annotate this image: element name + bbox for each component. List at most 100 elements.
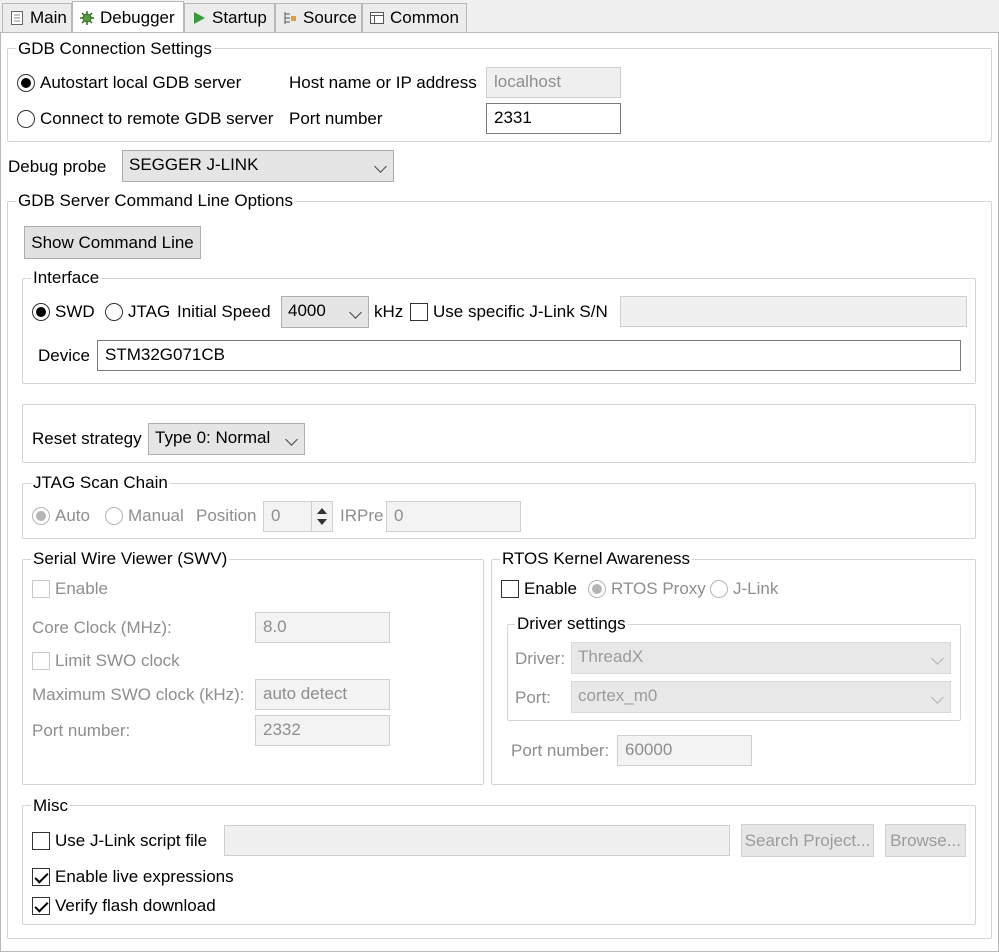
tab-debugger-label: Debugger — [100, 7, 175, 27]
scan-manual-label: Manual — [128, 506, 184, 525]
reset-strategy-label: Reset strategy — [32, 429, 142, 448]
irpre-field[interactable]: 0 — [386, 501, 521, 532]
scan-auto-label: Auto — [55, 506, 90, 525]
position-spinner[interactable] — [311, 502, 331, 531]
port-field[interactable]: 2331 — [486, 103, 621, 134]
swv-title: Serial Wire Viewer (SWV) — [31, 549, 230, 569]
serial-number-field[interactable] — [620, 296, 967, 327]
position-value: 0 — [271, 506, 281, 525]
khz-label: kHz — [374, 302, 404, 321]
device-field[interactable]: STM32G071CB — [97, 340, 961, 371]
rtos-port-value: cortex_m0 — [578, 686, 658, 705]
debug-probe-label: Debug probe — [8, 157, 107, 176]
rtos-enable-label: Enable — [524, 579, 577, 598]
core-clock-field[interactable]: 8.0 — [255, 612, 390, 643]
gdb-connection-title: GDB Connection Settings — [16, 39, 214, 59]
rtos-port-number-field[interactable]: 60000 — [617, 735, 752, 766]
tab-main-label: Main — [30, 8, 67, 27]
chevron-down-icon — [931, 691, 944, 704]
jlink-script-field[interactable] — [224, 825, 730, 856]
tab-main[interactable]: Main — [2, 3, 72, 32]
swv-enable-label: Enable — [55, 579, 108, 598]
rtos-enable-checkbox[interactable] — [501, 580, 519, 598]
rtos-port-select[interactable]: cortex_m0 — [571, 681, 951, 713]
driver-settings-title: Driver settings — [515, 614, 628, 634]
tab-source[interactable]: Source — [275, 3, 362, 32]
tab-common[interactable]: Common — [362, 3, 467, 32]
core-clock-label: Core Clock (MHz): — [32, 618, 172, 637]
initial-speed-select[interactable]: 4000 — [281, 296, 369, 328]
autostart-radio[interactable] — [17, 74, 35, 92]
specific-sn-checkbox[interactable] — [410, 303, 428, 321]
document-icon — [9, 10, 25, 26]
tab-startup-label: Startup — [212, 8, 267, 27]
bug-gear-icon — [79, 10, 95, 26]
specific-sn-label: Use specific J-Link S/N — [433, 302, 608, 321]
jtag-label: JTAG — [128, 302, 171, 321]
source-icon — [282, 10, 298, 26]
device-label: Device — [38, 346, 90, 365]
max-swo-label: Maximum SWO clock (kHz): — [32, 685, 245, 704]
reset-strategy-value: Type 0: Normal — [155, 428, 271, 447]
rtos-jlink-label: J-Link — [733, 579, 779, 598]
tab-bar: Main Debugger Startup Source Common — [0, 0, 999, 33]
chevron-down-icon — [931, 652, 944, 665]
rtos-port-label: Port: — [515, 688, 551, 707]
debug-probe-select[interactable]: SEGGER J-LINK — [122, 150, 394, 182]
reset-strategy-select[interactable]: Type 0: Normal — [148, 423, 305, 455]
live-expressions-checkbox[interactable] — [32, 868, 50, 886]
swv-port-label: Port number: — [32, 721, 131, 740]
jlink-script-checkbox[interactable] — [32, 832, 50, 850]
spinner-down-icon — [317, 519, 327, 525]
scan-manual-radio[interactable] — [105, 507, 123, 525]
rtos-port-number-label: Port number: — [511, 741, 610, 760]
tab-debugger[interactable]: Debugger — [72, 1, 184, 33]
scan-auto-radio[interactable] — [32, 507, 50, 525]
tab-source-label: Source — [303, 8, 357, 27]
rtos-proxy-label: RTOS Proxy — [611, 579, 706, 598]
swd-label: SWD — [55, 302, 95, 321]
swd-radio[interactable] — [32, 303, 50, 321]
play-icon — [191, 10, 207, 26]
spinner-up-icon — [317, 508, 327, 514]
port-label: Port number — [289, 109, 383, 128]
limit-swo-checkbox[interactable] — [32, 652, 50, 670]
driver-value: ThreadX — [578, 647, 644, 666]
verify-flash-label: Verify flash download — [55, 896, 216, 915]
max-swo-field[interactable]: auto detect — [255, 679, 390, 710]
swv-enable-checkbox[interactable] — [32, 580, 50, 598]
chevron-down-icon — [285, 433, 298, 446]
rtos-proxy-radio[interactable] — [588, 580, 606, 598]
autostart-label: Autostart local GDB server — [40, 73, 242, 92]
initial-speed-label: Initial Speed — [177, 302, 271, 321]
misc-title: Misc — [31, 796, 70, 816]
gdb-server-options-title: GDB Server Command Line Options — [16, 191, 295, 211]
rtos-jlink-radio[interactable] — [710, 580, 728, 598]
tab-common-label: Common — [390, 8, 459, 27]
show-command-line-button[interactable]: Show Command Line — [24, 226, 201, 259]
swv-port-field[interactable]: 2332 — [255, 715, 390, 746]
jtag-scan-chain-title: JTAG Scan Chain — [31, 473, 170, 493]
rtos-title: RTOS Kernel Awareness — [500, 549, 693, 569]
browse-button[interactable]: Browse... — [885, 824, 966, 857]
limit-swo-label: Limit SWO clock — [55, 651, 180, 670]
host-field[interactable]: localhost — [486, 67, 621, 98]
jtag-radio[interactable] — [105, 303, 123, 321]
window-icon — [369, 10, 385, 26]
remote-label: Connect to remote GDB server — [40, 109, 274, 128]
driver-select[interactable]: ThreadX — [571, 642, 951, 674]
interface-title: Interface — [31, 268, 102, 288]
tab-startup[interactable]: Startup — [184, 3, 275, 32]
chevron-down-icon — [349, 306, 362, 319]
host-label: Host name or IP address — [289, 73, 477, 92]
initial-speed-value: 4000 — [288, 301, 326, 320]
verify-flash-checkbox[interactable] — [32, 897, 50, 915]
search-project-button[interactable]: Search Project... — [741, 824, 874, 857]
chevron-down-icon — [374, 160, 387, 173]
debug-probe-value: SEGGER J-LINK — [129, 155, 259, 174]
driver-label: Driver: — [515, 649, 566, 668]
live-expressions-label: Enable live expressions — [55, 867, 234, 886]
position-label: Position — [196, 506, 257, 525]
remote-radio[interactable] — [17, 110, 35, 128]
irpre-label: IRPre — [340, 506, 384, 525]
